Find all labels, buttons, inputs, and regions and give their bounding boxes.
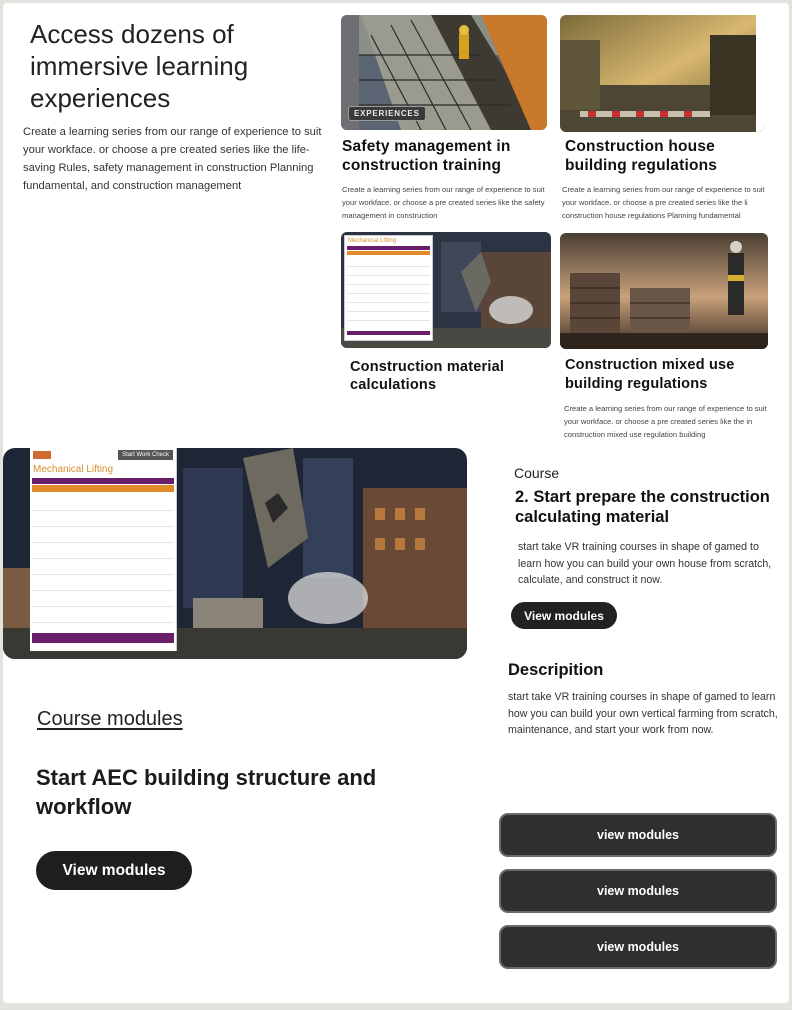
course-sheet-title: Mechanical Lifting	[33, 464, 114, 475]
card-title-safety[interactable]: Safety management in construction traini…	[342, 137, 547, 175]
hero-title: Access dozens of immersive learning expe…	[30, 19, 249, 113]
card-image-safety[interactable]: EXPERIENCES	[341, 15, 547, 130]
card-title-material[interactable]: Construction material calculations	[350, 359, 540, 394]
mixed-use-scene-image	[560, 233, 768, 349]
course-label: Course	[514, 465, 560, 481]
page: Access dozens of immersive learning expe…	[3, 3, 789, 1003]
description-title: Descripition	[508, 661, 604, 679]
experiences-badge: EXPERIENCES	[348, 106, 426, 121]
house-scene-image	[560, 15, 764, 132]
card-desc-safety: Create a learning series from our range …	[342, 185, 545, 220]
checklist-sheet: Mechanical Lifting	[344, 235, 433, 341]
card-image-mixed-use[interactable]	[560, 233, 768, 349]
card-desc-house: Create a learning series from our range …	[562, 185, 765, 220]
view-modules-button[interactable]: View modules	[511, 602, 617, 629]
card-title-house[interactable]: Construction house building regulations	[565, 137, 765, 175]
course-title: 2. Start prepare the construction calcul…	[515, 488, 770, 526]
card-title-mixed-use[interactable]: Construction mixed use building regulati…	[565, 356, 765, 394]
card-image-material[interactable]: Mechanical Lifting	[341, 232, 551, 348]
hero-description: Create a learning series from our range …	[23, 126, 322, 192]
view-modules-button-1[interactable]: view modules	[499, 813, 777, 857]
card-image-house[interactable]	[560, 15, 764, 132]
view-modules-large-button[interactable]: View modules	[36, 851, 192, 890]
course-checklist-sheet: Start Work Check Mechanical Lifting	[30, 448, 177, 651]
modules-title: Start AEC building structure and workflo…	[36, 765, 377, 819]
course-description: start take VR training courses in shape …	[518, 541, 772, 586]
view-modules-button-3[interactable]: view modules	[499, 925, 777, 969]
card-desc-mixed-use: Create a learning series from our range …	[564, 404, 767, 439]
description-text: start take VR training courses in shape …	[508, 691, 778, 736]
sheet-title: Mechanical Lifting	[348, 238, 397, 244]
view-modules-button-2[interactable]: view modules	[499, 869, 777, 913]
start-work-check-button: Start Work Check	[118, 450, 173, 460]
sheet-logo	[33, 451, 51, 459]
course-image[interactable]: Start Work Check Mechanical Lifting	[3, 448, 467, 659]
course-modules-link[interactable]: Course modules	[37, 708, 183, 731]
